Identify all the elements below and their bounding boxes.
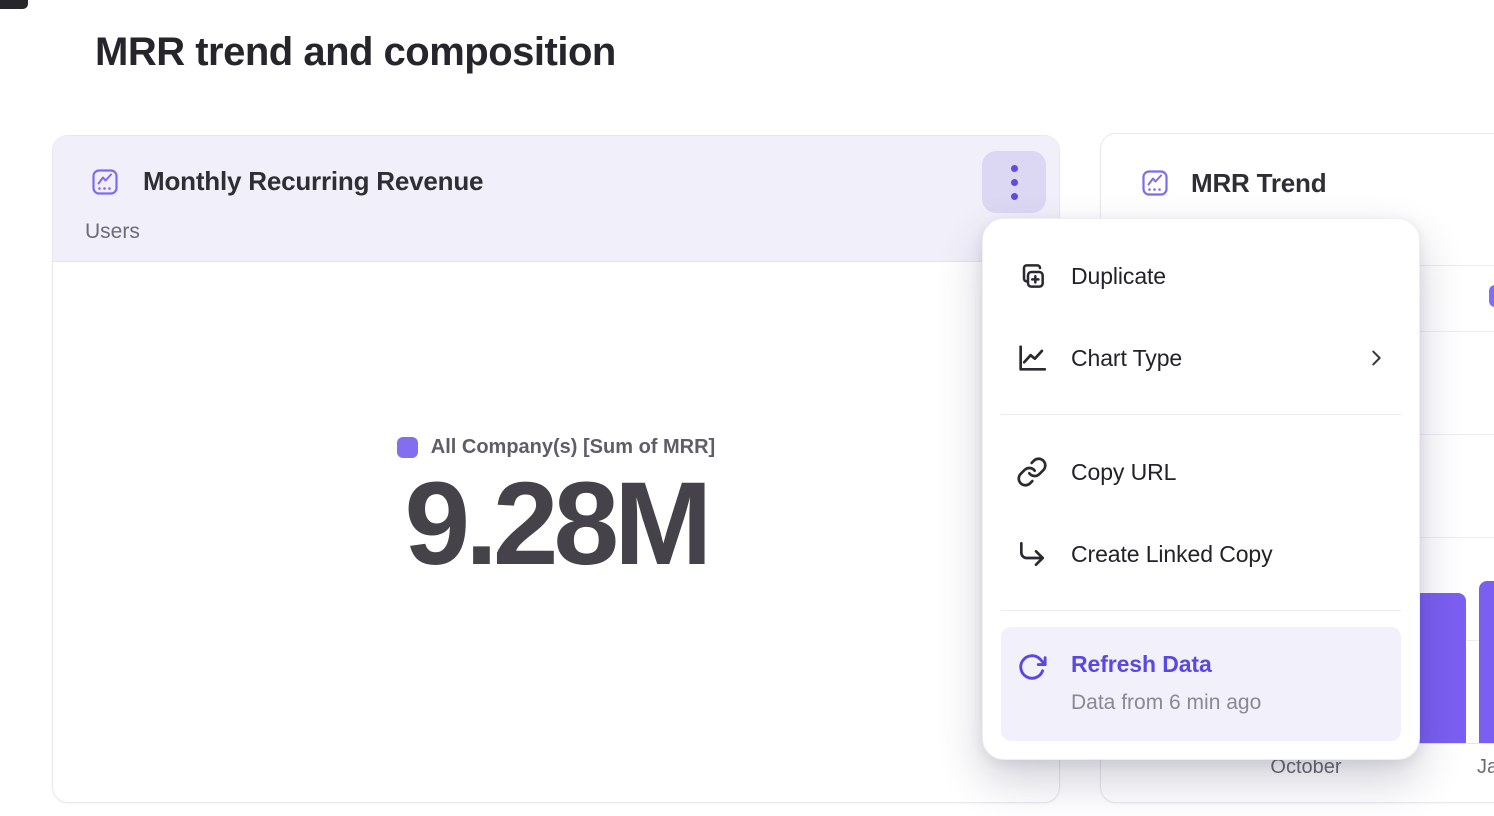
legend-swatch-icon xyxy=(397,437,418,458)
menu-item-duplicate[interactable]: Duplicate xyxy=(1001,245,1401,307)
metric-card-header: Monthly Recurring Revenue Users xyxy=(53,136,1059,262)
legend-swatch-icon xyxy=(1489,285,1494,307)
menu-item-refresh-data[interactable]: Refresh Data Data from 6 min ago xyxy=(1001,627,1401,741)
metric-card: Monthly Recurring Revenue Users All Comp… xyxy=(52,135,1060,803)
refresh-icon xyxy=(1017,652,1047,682)
menu-item-copy-url[interactable]: Copy URL xyxy=(1001,441,1401,503)
chart-type-icon xyxy=(1015,341,1049,375)
page-title: MRR trend and composition xyxy=(95,30,616,75)
chart-card-icon xyxy=(1141,169,1169,197)
legend-label: All Company(s) [Sum of MRR] xyxy=(431,436,715,459)
menu-item-label: Copy URL xyxy=(1071,459,1176,486)
card-options-button[interactable] xyxy=(982,151,1046,213)
menu-divider xyxy=(1001,610,1401,611)
metric-card-subtitle: Users xyxy=(85,220,140,244)
corner-down-right-icon xyxy=(1015,537,1049,571)
metric-block: All Company(s) [Sum of MRR] 9.28M xyxy=(53,436,1059,583)
card-options-menu: Duplicate Chart Type Copy URL xyxy=(982,218,1420,760)
chevron-right-icon xyxy=(1365,347,1387,369)
link-icon xyxy=(1015,455,1049,489)
kebab-vertical-icon xyxy=(1011,165,1018,200)
window-edge-fragment xyxy=(0,0,28,9)
menu-item-label: Chart Type xyxy=(1071,345,1182,372)
trend-bar xyxy=(1479,581,1494,743)
metric-card-title: Monthly Recurring Revenue xyxy=(143,166,483,197)
x-tick-label: Ja xyxy=(1477,756,1494,779)
menu-item-create-linked-copy[interactable]: Create Linked Copy xyxy=(1001,523,1401,585)
trend-bar xyxy=(1413,593,1466,743)
menu-divider xyxy=(1001,414,1401,415)
metric-value: 9.28M xyxy=(405,465,708,583)
menu-item-chart-type[interactable]: Chart Type xyxy=(1001,327,1401,389)
menu-item-label: Duplicate xyxy=(1071,263,1166,290)
menu-item-label: Create Linked Copy xyxy=(1071,541,1272,568)
trend-card-title: MRR Trend xyxy=(1191,168,1326,199)
menu-item-label: Refresh Data xyxy=(1071,651,1261,678)
chart-card-icon xyxy=(91,168,119,196)
duplicate-icon xyxy=(1015,259,1049,293)
menu-item-description: Data from 6 min ago xyxy=(1071,691,1261,715)
metric-legend: All Company(s) [Sum of MRR] xyxy=(397,436,715,459)
refresh-texts: Refresh Data Data from 6 min ago xyxy=(1071,651,1261,715)
